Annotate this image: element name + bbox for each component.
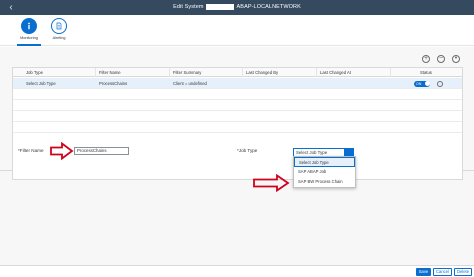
table-row-empty xyxy=(13,89,462,100)
column-header-status[interactable]: Status xyxy=(391,68,462,77)
alert-icon xyxy=(51,18,67,34)
status-toggle[interactable]: ON xyxy=(414,80,430,87)
column-header-last-changed-by[interactable]: Last Changed By xyxy=(243,68,317,77)
filters-table: Job Type Filter Name Filter Summary Last… xyxy=(12,67,463,180)
job-type-option-select[interactable]: Select Job Type xyxy=(294,157,355,167)
filter-name-input[interactable]: ProcessChains xyxy=(74,147,129,155)
cell-filter-name: ProcessChains xyxy=(99,81,128,86)
table-row-empty xyxy=(13,100,462,111)
table-row-empty xyxy=(13,122,462,133)
cell-job-type: Select Job Type xyxy=(26,81,56,86)
tab-monitoring[interactable]: Monitoring xyxy=(14,18,44,46)
remove-icon[interactable]: − xyxy=(437,55,445,63)
job-type-label: *Job Type xyxy=(237,148,258,153)
cell-last-changed-at xyxy=(317,78,320,89)
delete-button[interactable]: Delete xyxy=(454,267,472,276)
column-header-last-changed-at[interactable]: Last Changed At xyxy=(317,68,391,77)
tab-alerting[interactable]: Alerting xyxy=(44,18,74,46)
tab-monitoring-label: Monitoring xyxy=(20,36,38,40)
table-row-empty xyxy=(13,111,462,122)
column-header-filter-name[interactable]: Filter Name xyxy=(96,68,170,77)
cell-filter-summary: Client = undefined xyxy=(173,81,207,86)
window-title: Edit System ABAP-LOCALNETWORK xyxy=(0,0,474,15)
info-icon xyxy=(21,18,37,34)
job-type-option-abap-job[interactable]: SAP ABAP Job xyxy=(294,167,355,177)
shell-bar: ‹ Edit System ABAP-LOCALNETWORK xyxy=(0,0,474,15)
window-title-prefix: Edit System xyxy=(173,4,204,10)
status-toggle-label: ON xyxy=(416,81,422,86)
column-header-filter-summary[interactable]: Filter Summary xyxy=(170,68,243,77)
redacted-host-mask xyxy=(206,3,235,10)
active-tab-indicator xyxy=(17,44,41,46)
cell-last-changed-by xyxy=(243,78,246,89)
add-icon[interactable]: + xyxy=(422,55,430,63)
table-row[interactable]: Select Job Type ProcessChains Client = u… xyxy=(13,78,462,89)
column-header-job-type[interactable]: Job Type xyxy=(23,68,96,77)
save-button[interactable]: Save xyxy=(416,267,431,276)
toggle-knob xyxy=(424,81,430,86)
tab-header: Monitoring Alerting xyxy=(0,15,474,46)
filter-name-label: *Filter Name xyxy=(18,148,44,153)
settings-icon[interactable]: • xyxy=(452,55,460,63)
cancel-button[interactable]: Cancel xyxy=(433,267,452,276)
tab-alerting-label: Alerting xyxy=(52,36,66,40)
window-title-suffix: ABAP-LOCALNETWORK xyxy=(236,4,301,10)
annotation-arrow-filter-name xyxy=(50,142,74,160)
job-type-dropdown: Select Job Type SAP ABAP Job SAP BW Proc… xyxy=(293,156,356,188)
annotation-arrow-bw-process-chain xyxy=(253,174,290,192)
table-header: Job Type Filter Name Filter Summary Last… xyxy=(13,68,462,77)
footer-bar: Save Cancel Delete xyxy=(0,265,474,277)
job-type-option-bw-process-chain[interactable]: SAP BW Process Chain xyxy=(294,177,355,187)
history-icon[interactable] xyxy=(437,80,443,87)
